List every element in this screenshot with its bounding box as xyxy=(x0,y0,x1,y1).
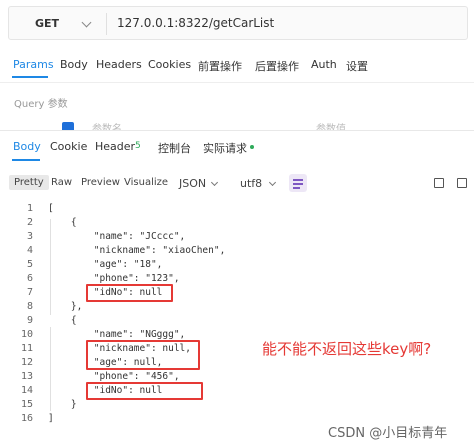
tab-headers[interactable]: Headers xyxy=(96,58,142,71)
code-line: ] xyxy=(48,413,54,424)
line-number: 8 xyxy=(26,301,33,312)
line-number: 14 xyxy=(20,385,33,396)
response-tab-actual-request[interactable]: 实际请求 xyxy=(203,140,247,156)
highlight-box xyxy=(86,382,203,400)
select-all-checkbox[interactable] xyxy=(62,122,74,130)
code-line: "phone": "123", xyxy=(48,273,180,284)
code-line: "phone": "456", xyxy=(48,371,180,382)
code-line: }, xyxy=(48,301,83,312)
params-header-row: 参数名 参数值 xyxy=(0,116,474,130)
highlight-box xyxy=(86,340,200,370)
url-input[interactable]: 127.0.0.1:8322/getCarList xyxy=(117,16,274,30)
highlight-box xyxy=(86,284,173,302)
divider xyxy=(106,13,107,35)
tab-auth[interactable]: Auth xyxy=(311,58,337,71)
response-body-code: 1 2 3 4 5 6 7 8 9 10 11 12 13 14 15 16 [… xyxy=(0,203,474,431)
watermark: CSDN @小目标青年 xyxy=(328,426,448,441)
active-tab-indicator xyxy=(12,159,40,161)
param-value-header: 参数值 xyxy=(316,124,346,130)
code-line: [ xyxy=(48,203,54,214)
code-line: "age": "18", xyxy=(48,259,163,270)
active-tab-indicator xyxy=(12,76,48,78)
response-panel: Body Cookie Header 5 控制台 实际请求 Pretty Raw… xyxy=(0,130,474,445)
response-tab-body[interactable]: Body xyxy=(13,140,41,153)
line-number: 2 xyxy=(26,217,33,228)
tab-post-request[interactable]: 后置操作 xyxy=(255,58,299,74)
copy-icon[interactable] xyxy=(457,178,467,188)
line-number: 10 xyxy=(20,329,33,340)
line-number: 16 xyxy=(20,413,33,424)
request-tabs: Params Body Headers Cookies 前置操作 后置操作 Au… xyxy=(0,58,474,80)
tab-body[interactable]: Body xyxy=(60,58,88,71)
line-number: 11 xyxy=(20,343,33,354)
wrap-lines-icon[interactable] xyxy=(289,174,307,192)
line-number: 13 xyxy=(20,371,33,382)
line-number: 9 xyxy=(26,315,33,326)
response-tab-header[interactable]: Header xyxy=(95,140,135,153)
tab-pre-request[interactable]: 前置操作 xyxy=(198,58,242,74)
tab-cookies[interactable]: Cookies xyxy=(148,58,191,71)
tab-params[interactable]: Params xyxy=(13,58,54,71)
chevron-down-icon[interactable] xyxy=(81,17,92,28)
format-select[interactable]: JSON xyxy=(179,177,206,190)
header-count-badge: 5 xyxy=(135,141,141,151)
response-tab-cookie[interactable]: Cookie xyxy=(50,140,87,153)
code-line: { xyxy=(48,217,77,228)
encoding-select[interactable]: utf8 xyxy=(240,177,262,190)
code-line: "name": "JCccc", xyxy=(48,231,186,242)
chevron-down-icon[interactable] xyxy=(210,178,219,187)
url-bar: GET 127.0.0.1:8322/getCarList xyxy=(8,6,468,40)
code-line: } xyxy=(48,399,77,410)
visualize-button[interactable]: Visualize xyxy=(119,175,173,190)
divider xyxy=(0,82,474,83)
chevron-down-icon[interactable] xyxy=(268,178,277,187)
raw-button[interactable]: Raw xyxy=(46,175,77,190)
code-line: { xyxy=(48,315,77,326)
line-number: 15 xyxy=(20,399,33,410)
line-number: 1 xyxy=(26,203,33,214)
code-line: "name": "NGggg", xyxy=(48,329,186,340)
response-tab-console[interactable]: 控制台 xyxy=(158,140,191,156)
line-number: 3 xyxy=(26,231,33,242)
line-number: 12 xyxy=(20,357,33,368)
download-icon[interactable] xyxy=(434,178,444,188)
preview-button[interactable]: Preview xyxy=(76,175,125,190)
line-number: 7 xyxy=(26,287,33,298)
line-number: 5 xyxy=(26,259,33,270)
pretty-button[interactable]: Pretty xyxy=(9,175,49,190)
query-params-label: Query 参数 xyxy=(14,99,68,110)
code-line: "nickname": "xiaoChen", xyxy=(48,245,226,256)
tab-settings[interactable]: 设置 xyxy=(346,58,368,74)
annotation-text: 能不能不返回这些key啊? xyxy=(262,340,432,358)
param-name-header: 参数名 xyxy=(92,124,122,130)
line-number: 4 xyxy=(26,245,33,256)
status-dot-icon xyxy=(250,145,254,149)
line-number: 6 xyxy=(26,273,33,284)
method-select[interactable]: GET xyxy=(35,17,59,30)
response-toolbar: Pretty Raw Preview Visualize JSON utf8 xyxy=(0,172,474,194)
